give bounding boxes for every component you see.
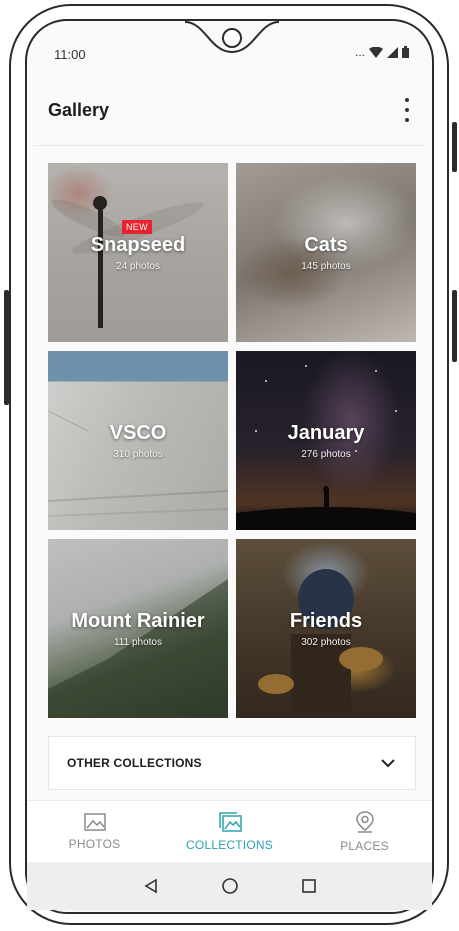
status-icons: ... [355,46,409,58]
nav-collections[interactable]: COLLECTIONS [175,812,285,852]
status-time: 11:00 [54,47,86,62]
bottom-nav: PHOTOS COLLECTIONS PLACES [27,800,432,863]
page-title: Gallery [48,100,110,120]
collection-name: Friends [289,609,363,632]
header-divider [34,145,425,146]
collection-count: 276 photos [301,448,351,460]
collection-name: January [287,421,365,444]
collection-count: 111 photos [113,636,162,648]
collection-name: Snapseed [90,233,186,256]
collection-tile-january[interactable]: January 276 photos [236,351,416,530]
nav-collections-label: COLLECTIONS [186,838,273,852]
home-icon[interactable] [221,877,239,895]
front-camera-icon [222,28,242,48]
recents-icon[interactable] [301,878,317,894]
system-nav-bar [27,862,432,910]
nav-places[interactable]: PLACES [310,811,420,853]
collection-tile-mount-rainier[interactable]: Mount Rainier 111 photos [48,539,228,718]
new-badge: NEW [122,220,152,234]
back-icon[interactable] [143,878,159,894]
collections-grid: NEW Snapseed 24 photos Cats 145 photos V… [48,163,416,719]
nav-places-label: PLACES [340,839,389,853]
nav-photos[interactable]: PHOTOS [40,813,150,851]
collection-name: VSCO [109,421,167,444]
other-collections-label: OTHER COLLECTIONS [67,756,202,770]
image-icon [83,813,106,831]
signal-icon [387,46,398,58]
collection-count: 145 photos [301,260,351,272]
collection-tile-snapseed[interactable]: NEW Snapseed 24 photos [48,163,228,342]
collection-name: Mount Rainier [71,609,205,632]
collection-tile-cats[interactable]: Cats 145 photos [236,163,416,342]
left-side-button [4,290,9,405]
battery-icon [402,46,409,58]
nav-photos-label: PHOTOS [68,837,121,851]
more-vert-icon[interactable] [403,98,411,122]
collections-icon [218,812,242,832]
collection-count: 310 photos [113,448,163,460]
map-pin-icon [355,811,374,833]
wifi-icon [369,46,383,58]
other-collections-row[interactable]: OTHER COLLECTIONS [48,736,416,790]
collection-count: 302 photos [301,636,351,648]
collection-tile-vsco[interactable]: VSCO 310 photos [48,351,228,530]
collection-tile-friends[interactable]: Friends 302 photos [236,539,416,718]
collection-name: Cats [304,233,348,256]
volume-button [452,290,457,362]
power-button [452,122,457,172]
collection-count: 24 photos [116,260,160,272]
chevron-down-icon[interactable] [381,758,395,768]
more-dots-icon: ... [354,45,365,59]
